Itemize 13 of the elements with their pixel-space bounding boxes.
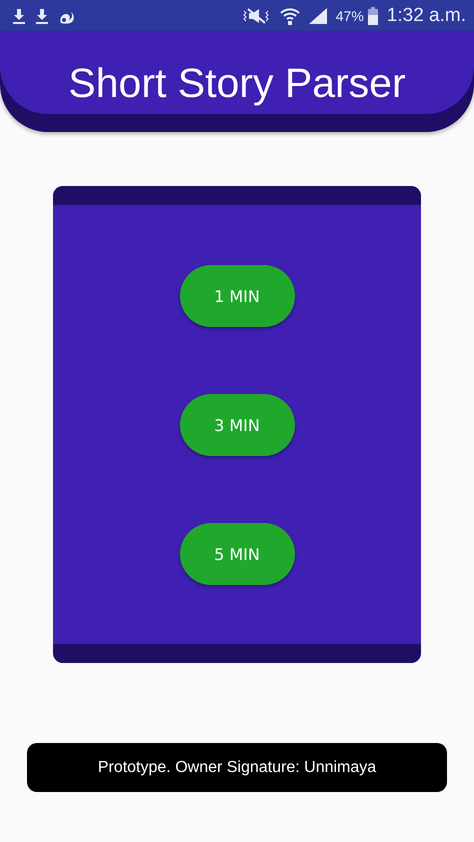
duration-button[interactable]: 1 MIN xyxy=(180,265,294,327)
download-icon xyxy=(12,8,26,24)
battery-icon xyxy=(368,6,378,24)
signal-icon xyxy=(308,8,327,24)
duration-button[interactable]: 5 MIN xyxy=(180,523,294,585)
app-title: Short Story Parser xyxy=(68,59,406,107)
wifi-icon xyxy=(280,6,300,24)
footer-text: Prototype. Owner Signature: Unnimaya xyxy=(98,758,376,776)
mute-icon xyxy=(240,8,271,24)
duration-button[interactable]: 3 MIN xyxy=(180,394,294,456)
download-icon xyxy=(35,8,49,24)
clock-time: 1:32 a.m. xyxy=(386,4,466,26)
battery-percent: 47% xyxy=(336,8,364,24)
